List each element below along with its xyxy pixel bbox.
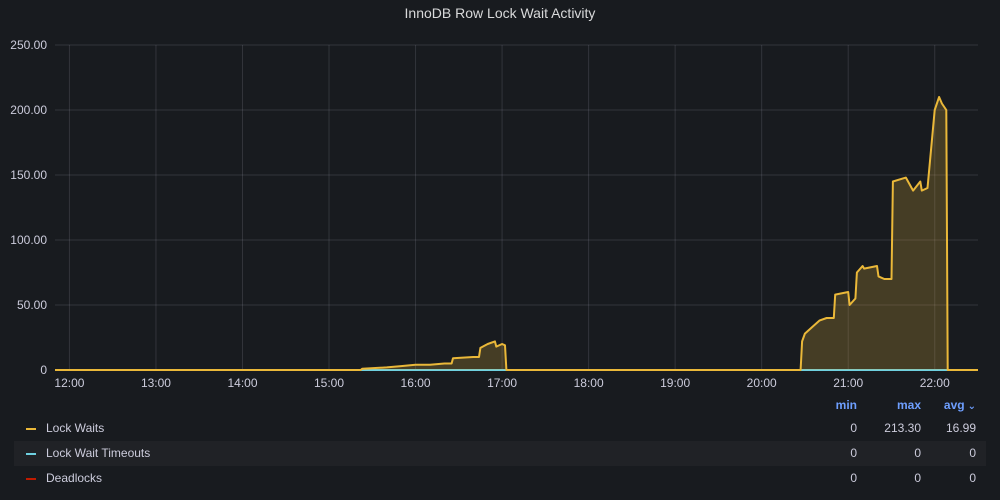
x-axis-labels: 12:00 13:00 14:00 15:00 16:00 17:00 18:00 19:00… bbox=[54, 376, 950, 390]
legend-header-avg[interactable]: avg ⌄ bbox=[924, 398, 976, 412]
series-area-lock-waits bbox=[55, 97, 978, 370]
x-tick-label: 21:00 bbox=[833, 376, 863, 390]
panel: InnoDB Row Lock Wait Activity 0 50.00 100.… bbox=[0, 0, 1000, 500]
legend-avg-value: 0 bbox=[969, 471, 976, 485]
legend-header-min[interactable]: min bbox=[804, 398, 857, 412]
legend-series-name[interactable]: Deadlocks bbox=[46, 466, 102, 491]
legend-avg-value: 16.99 bbox=[945, 421, 976, 435]
legend-header: min max avg ⌄ bbox=[14, 396, 986, 416]
legend-max-value: 0 bbox=[914, 471, 921, 485]
legend-series-name[interactable]: Lock Waits bbox=[46, 416, 104, 441]
legend-row-lock-waits[interactable]: Lock Waits 0 213.30 16.99 bbox=[14, 416, 986, 441]
x-tick-label: 16:00 bbox=[401, 376, 431, 390]
y-tick-label: 0 bbox=[40, 363, 47, 377]
legend-max-value: 213.30 bbox=[884, 421, 921, 435]
legend-min-value: 0 bbox=[850, 471, 857, 485]
chevron-down-icon: ⌄ bbox=[967, 401, 976, 412]
legend: min max avg ⌄ Lock Waits 0 213.30 16.99 L… bbox=[14, 396, 986, 491]
y-tick-label: 100.00 bbox=[10, 233, 47, 247]
y-tick-label: 150.00 bbox=[10, 168, 47, 182]
legend-row-deadlocks[interactable]: Deadlocks 0 0 0 bbox=[14, 466, 986, 491]
legend-min-value: 0 bbox=[850, 421, 857, 435]
legend-header-max[interactable]: max bbox=[874, 398, 921, 412]
chart: 0 50.00 100.00 150.00 200.00 250.00 12:00 13:0… bbox=[10, 38, 978, 390]
legend-series-name[interactable]: Lock Wait Timeouts bbox=[46, 441, 150, 466]
x-tick-label: 15:00 bbox=[314, 376, 344, 390]
x-tick-label: 18:00 bbox=[574, 376, 604, 390]
y-tick-label: 200.00 bbox=[10, 103, 47, 117]
series-group bbox=[55, 96, 978, 371]
legend-max-value: 0 bbox=[914, 446, 921, 460]
legend-swatch bbox=[26, 453, 36, 455]
x-tick-label: 12:00 bbox=[54, 376, 84, 390]
x-tick-label: 19:00 bbox=[660, 376, 690, 390]
legend-avg-value: 0 bbox=[969, 446, 976, 460]
legend-swatch bbox=[26, 428, 36, 430]
x-tick-label: 20:00 bbox=[747, 376, 777, 390]
legend-row-lock-wait-timeouts[interactable]: Lock Wait Timeouts 0 0 0 bbox=[14, 441, 986, 466]
x-tick-label: 22:00 bbox=[920, 376, 950, 390]
x-tick-label: 17:00 bbox=[487, 376, 517, 390]
x-tick-label: 13:00 bbox=[141, 376, 171, 390]
legend-header-avg-label: avg bbox=[943, 398, 965, 412]
legend-swatch bbox=[26, 478, 36, 480]
legend-min-value: 0 bbox=[850, 446, 857, 460]
y-axis-labels: 0 50.00 100.00 150.00 200.00 250.00 bbox=[10, 38, 47, 377]
y-tick-label: 50.00 bbox=[17, 298, 47, 312]
x-tick-label: 14:00 bbox=[227, 376, 257, 390]
y-tick-label: 250.00 bbox=[10, 38, 47, 52]
